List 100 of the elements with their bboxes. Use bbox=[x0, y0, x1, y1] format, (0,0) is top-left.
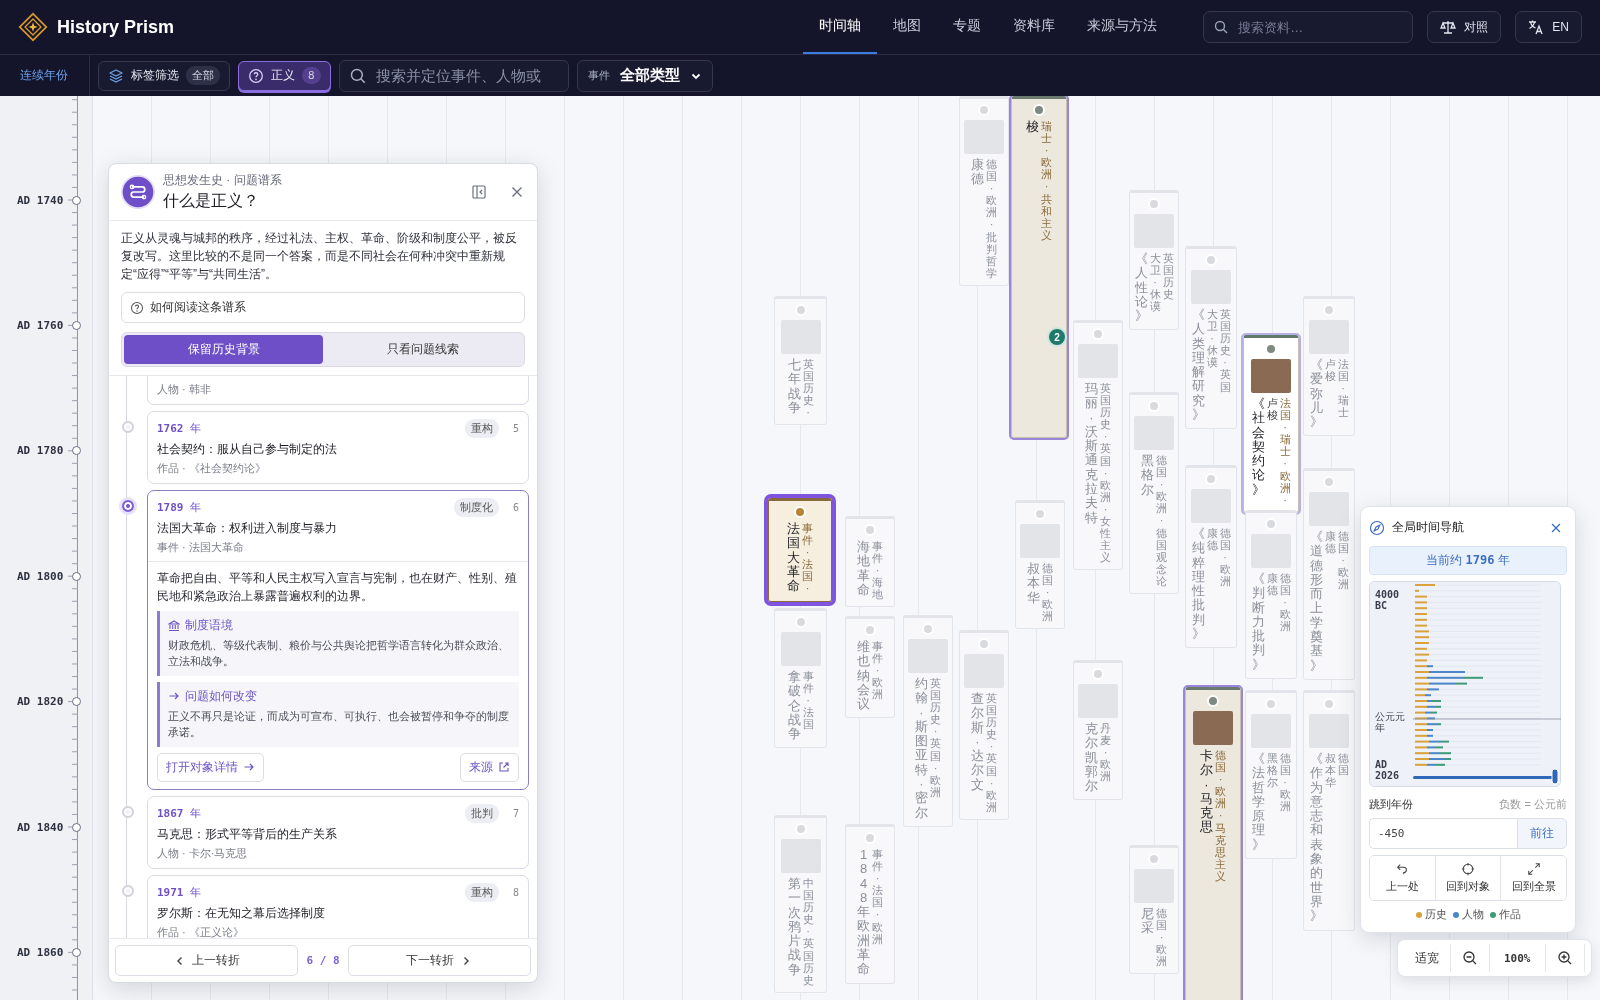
year-label: AD 1760 bbox=[17, 318, 64, 332]
year-marker-icon bbox=[72, 320, 81, 330]
connector-dot bbox=[1148, 198, 1160, 210]
card-tags: 德国 · 欧洲 · 德国观念论 bbox=[1156, 454, 1167, 588]
turn-year: 1867 年 bbox=[157, 805, 203, 821]
card-tags: 德国 · 欧洲 · 批判哲学 bbox=[986, 158, 997, 279]
card-title: 玛丽 · 沃斯通克拉夫特 bbox=[1085, 382, 1098, 527]
minimap-label: 4000 BC bbox=[1375, 589, 1401, 611]
expand-icon bbox=[1526, 862, 1541, 876]
next-turn-button[interactable]: 下一转折 bbox=[347, 945, 531, 976]
type-dropdown[interactable]: 事件 全部类型 bbox=[576, 59, 713, 92]
timeline-card[interactable]: 《社会契约论》 卢梭 法国 · 瑞士 · 欧洲 · bbox=[1243, 335, 1299, 513]
go-button[interactable]: 前往 bbox=[1517, 818, 1567, 849]
card-author: 大卫 · 休谟 bbox=[1149, 252, 1161, 315]
card-tags: 中国历史 · 英国历史 bbox=[802, 877, 814, 986]
connector-dot bbox=[1092, 668, 1104, 680]
year-marker-icon bbox=[72, 947, 81, 957]
card-tags: 德国 · 欧洲 · 马克思主义 bbox=[1215, 749, 1226, 883]
card-author: 大卫 · 休谟 bbox=[1206, 308, 1218, 371]
turn-source: 作品 · 《正义论》 bbox=[157, 924, 245, 938]
undo-arrow-icon bbox=[1395, 862, 1410, 876]
card-title: 梭 bbox=[1026, 120, 1039, 136]
mode-tab[interactable]: 保留历史背景 bbox=[124, 335, 323, 364]
source-link-button[interactable]: 来源 bbox=[460, 752, 519, 782]
count-badge: 2 bbox=[1047, 327, 1067, 347]
card-author: 叔本华 bbox=[1324, 752, 1336, 791]
collapse-panel-icon[interactable] bbox=[471, 184, 487, 200]
connector-dot bbox=[864, 832, 876, 844]
turn-type-tag: 制度化 bbox=[453, 498, 499, 517]
turn-year: 1971 年 bbox=[157, 884, 203, 900]
open-details-button[interactable]: 打开对象详情 bbox=[157, 752, 264, 782]
scales-icon bbox=[1440, 19, 1457, 35]
year-marker-icon bbox=[72, 195, 81, 205]
card-tags: 事件 · 法国 · bbox=[802, 522, 813, 595]
card-author: 康德 bbox=[1324, 530, 1336, 557]
filter-value-badge: 全部 bbox=[186, 66, 220, 85]
mode-tab[interactable]: 只看问题线索 bbox=[323, 335, 522, 364]
year-label: AD 1820 bbox=[17, 695, 64, 709]
turn-source: 人物 · 韩非 bbox=[157, 382, 212, 397]
card-title: 尼采 bbox=[1141, 907, 1154, 938]
card-tags: 英国历史 · 英国 bbox=[1219, 308, 1231, 423]
zoom-out-icon bbox=[1462, 950, 1478, 966]
turn-summary: 革命把自由、平等和人民主权写入宣言与宪制，也在财产、性别、殖民地和紧急政治上暴露普遍权利的边界。 bbox=[157, 570, 518, 605]
navigator-action-button[interactable]: 上一处 bbox=[1370, 856, 1436, 900]
jump-hint: 负数 = 公元前 bbox=[1499, 797, 1567, 812]
connector-dot bbox=[864, 524, 876, 536]
tag-filter-button[interactable]: 标签筛选 全部 bbox=[98, 60, 230, 91]
card-tags: 事件 · 海地 bbox=[872, 540, 883, 601]
card-title: 《人类理解研究》 bbox=[1191, 308, 1205, 423]
turn-card[interactable]: 1762 年 重构 5 社会契约：服从自己参与制定的法 作品 · 《社会契约论》 bbox=[147, 411, 529, 484]
card-title: 《道德形而上学奠基》 bbox=[1309, 530, 1323, 673]
card-title: 黑格尔 bbox=[1141, 454, 1154, 499]
connector-dot bbox=[1323, 698, 1335, 710]
card-tags: 德国 · 欧洲 bbox=[1337, 530, 1349, 673]
connector-dot bbox=[1207, 695, 1219, 707]
year-label: AD 1840 bbox=[17, 820, 64, 834]
turn-type-tag: 重构 bbox=[464, 882, 499, 902]
turn-card[interactable]: 1971 年 重构 8 罗尔斯：在无知之幕后选择制度 作品 · 《正义论》 bbox=[147, 874, 529, 938]
connector-dot bbox=[1265, 698, 1277, 710]
topic-button[interactable]: 正义 8 bbox=[238, 60, 331, 91]
card-author: 康德 bbox=[1206, 527, 1218, 554]
note-text: 财政危机、等级代表制、粮价与公共舆论把哲学语言转化为群众政治、立法和战争。 bbox=[168, 638, 510, 669]
turn-card[interactable]: 1867 年 批判 7 马克思：形式平等背后的生产关系 人物 · 卡尔·马克思 bbox=[147, 795, 529, 869]
panel-description: 正义从灵魂与城邦的秩序，经过礼法、主权、革命、阶级和制度公平，被反复改写。这里比较的不是同一个答案，而是不同社会在何种冲突中重新规定“应得”“平等”与“共同生活”。 bbox=[121, 230, 518, 283]
note-text: 正义不再只是论证，而成为可宣布、可执行、也会被暂停和争夺的制度承诺。 bbox=[168, 708, 510, 740]
turn-card[interactable]: 1789 年 制度化 6 法国大革命：权利进入制度与暴力 事件 · 法国大革命 革命把自由、平等和人民主权写入宣言与宪制，也在财产、性别、殖民地和紧急政治上暴露普遍权利的边界。 制度语境 财政危机、等级代表制、粮价与公共舆论把哲学语言转化为群众政治、立法和战争。 问题如何改变 正义不再只是论证，而成为可宣布、可执行、也会被暂停和争夺的制度承诺。 打开对象详情 来源 bbox=[147, 490, 529, 790]
reading-guide-toggle[interactable]: 如何阅读这条谱系 bbox=[121, 292, 525, 323]
connector-dot bbox=[1323, 304, 1335, 316]
card-title: 1848年欧洲革命 bbox=[857, 848, 870, 977]
connector-dot bbox=[1265, 518, 1277, 530]
year-input[interactable]: -450 bbox=[1369, 818, 1517, 849]
card-title: 克尔凯郭尔 bbox=[1085, 722, 1098, 794]
card-title: 拿破仑战争 bbox=[787, 670, 801, 742]
card-title: 查尔斯 · 达尔文 bbox=[971, 692, 984, 794]
turn-type-tag: 批判 bbox=[464, 803, 499, 823]
card-author: 卢梭 bbox=[1266, 397, 1278, 424]
timeline-card[interactable]: 梭 瑞士 · 欧洲 · 共和主义 2 bbox=[1011, 96, 1067, 438]
search-field[interactable]: 搜索资料… bbox=[1203, 11, 1414, 43]
institution-icon bbox=[168, 619, 180, 632]
language-button[interactable]: EN bbox=[1515, 11, 1582, 43]
nav-tab[interactable]: 专题 bbox=[937, 0, 998, 54]
locate-search-field[interactable]: 搜索并定位事件、人物或 bbox=[338, 59, 569, 92]
nav-tab[interactable]: 来源与方法 bbox=[1071, 0, 1174, 54]
connector-dot bbox=[978, 638, 990, 650]
nav-tab[interactable]: 资料库 bbox=[997, 0, 1072, 54]
card-tags: 德国 · 欧洲 bbox=[1219, 527, 1231, 642]
card-tags: 德国 · 欧洲 bbox=[1279, 572, 1291, 673]
previous-turn-button[interactable]: 上一转折 bbox=[115, 945, 299, 976]
nav-tab[interactable]: 地图 bbox=[877, 0, 938, 54]
turn-number: 6 bbox=[512, 502, 519, 513]
card-tags: 法国 · 瑞士 bbox=[1337, 358, 1349, 430]
turn-number: 8 bbox=[512, 886, 519, 898]
timeline-minimap-drawing[interactable] bbox=[1369, 581, 1561, 787]
turn-source: 人物 · 卡尔·马克思 bbox=[157, 845, 249, 861]
external-link-icon bbox=[498, 761, 510, 774]
year-label: AD 1740 bbox=[17, 193, 64, 207]
card-tags: 事件 · 法国 bbox=[802, 670, 814, 742]
connector-dot bbox=[922, 623, 934, 635]
compare-button[interactable]: 对照 bbox=[1427, 11, 1502, 43]
turn-card[interactable]: 人物 · 韩非 bbox=[147, 376, 529, 405]
